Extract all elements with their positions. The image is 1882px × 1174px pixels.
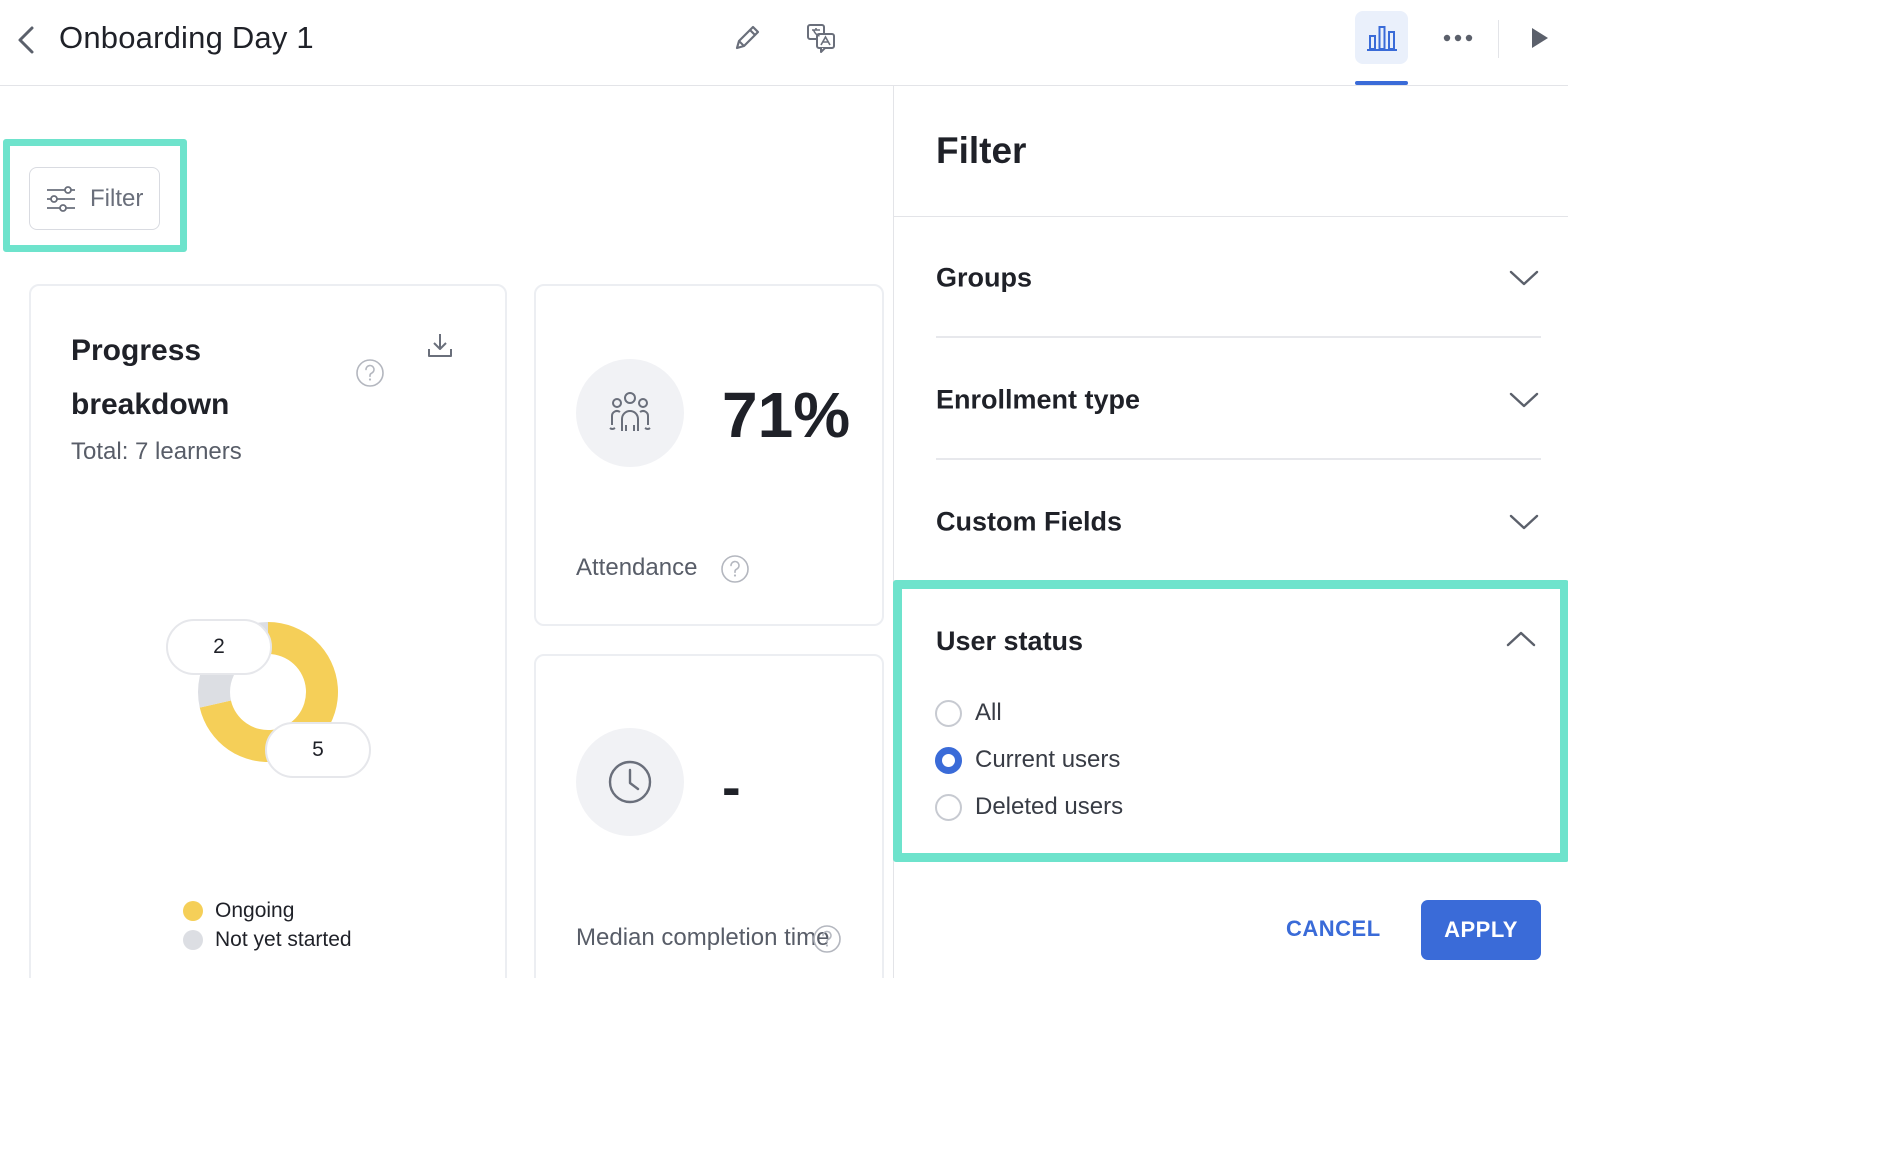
data-label-ongoing: 5 bbox=[265, 722, 371, 778]
download-button[interactable] bbox=[423, 328, 457, 362]
chevron-up-icon bbox=[1506, 631, 1536, 647]
chart-legend: Ongoing Not yet started bbox=[183, 896, 352, 954]
filter-panel: Filter Groups Enrollment type Custom Fie… bbox=[893, 86, 1568, 978]
legend-swatch-not-yet-started bbox=[183, 929, 203, 950]
median-help[interactable] bbox=[812, 924, 842, 954]
download-icon bbox=[428, 334, 452, 357]
radio-option-current-users[interactable]: Current users bbox=[935, 746, 1120, 774]
tab-statistics-underline bbox=[1355, 81, 1408, 85]
filter-panel-divider bbox=[894, 216, 1568, 217]
median-label-row: Median completion time bbox=[576, 922, 841, 954]
radio-label: All bbox=[975, 699, 1002, 726]
chevron-down-icon bbox=[1509, 392, 1539, 408]
attendance-card: 71% Attendance bbox=[534, 284, 884, 626]
clock-icon bbox=[608, 760, 652, 804]
section-groups[interactable]: Groups bbox=[936, 218, 1541, 338]
legend-item-not-yet-started: Not yet started bbox=[183, 925, 352, 954]
legend-item-ongoing: Ongoing bbox=[183, 896, 352, 925]
section-divider bbox=[936, 336, 1541, 338]
section-divider bbox=[936, 458, 1541, 460]
tab-statistics[interactable] bbox=[1355, 11, 1408, 64]
radio-label: Deleted users bbox=[975, 793, 1124, 820]
chevron-down-icon bbox=[1509, 270, 1539, 286]
chevron-down-icon bbox=[1509, 514, 1539, 530]
play-icon bbox=[1532, 28, 1548, 48]
app-canvas: Onboarding Day 1 Filter Progress breakdo… bbox=[0, 0, 1568, 978]
page-title: Onboarding Day 1 bbox=[59, 20, 314, 55]
radio-button[interactable] bbox=[935, 699, 962, 727]
radio-button-selected[interactable] bbox=[935, 746, 962, 774]
user-status-collapse-button[interactable] bbox=[1506, 630, 1536, 653]
chevron-left-icon bbox=[18, 26, 34, 54]
section-label: Custom Fields bbox=[936, 506, 1123, 537]
filter-button-label: Filter bbox=[90, 184, 144, 212]
legend-swatch-ongoing bbox=[183, 900, 203, 921]
toolbar-divider bbox=[1498, 20, 1499, 58]
more-horizontal-icon bbox=[1443, 34, 1473, 42]
back-button[interactable] bbox=[8, 20, 44, 60]
user-status-title: User status bbox=[936, 626, 1084, 656]
translate-button[interactable] bbox=[801, 16, 841, 60]
radio-option-deleted-users[interactable]: Deleted users bbox=[935, 793, 1123, 821]
apply-button[interactable]: APPLY bbox=[1421, 900, 1541, 960]
legend-label: Not yet started bbox=[215, 927, 352, 951]
help-circle-icon bbox=[356, 359, 384, 387]
progress-breakdown-title: Progress breakdown bbox=[71, 334, 230, 421]
cancel-button[interactable]: CANCEL bbox=[1286, 900, 1381, 958]
attendance-label: Attendance bbox=[576, 554, 698, 581]
attendance-icon-circle bbox=[576, 359, 684, 467]
attendance-label-row: Attendance bbox=[576, 552, 750, 584]
bar-chart-icon bbox=[1366, 25, 1397, 51]
translate-icon bbox=[807, 24, 835, 53]
median-label: Median completion time bbox=[576, 924, 830, 951]
help-circle-icon bbox=[721, 554, 749, 583]
help-circle-icon bbox=[813, 925, 841, 953]
top-bar: Onboarding Day 1 bbox=[0, 0, 1568, 86]
more-button[interactable] bbox=[1438, 16, 1478, 60]
filter-panel-title: Filter bbox=[936, 130, 1027, 171]
edit-button[interactable] bbox=[727, 16, 767, 60]
pencil-icon bbox=[735, 25, 760, 50]
filter-button[interactable]: Filter bbox=[29, 167, 160, 230]
section-custom-fields[interactable]: Custom Fields bbox=[936, 462, 1541, 582]
attendance-help[interactable] bbox=[720, 554, 750, 584]
sliders-icon bbox=[47, 185, 75, 212]
attendance-value: 71% bbox=[722, 379, 851, 451]
median-completion-card: - Median completion time bbox=[534, 654, 884, 978]
section-label: Enrollment type bbox=[936, 384, 1141, 415]
radio-option-all[interactable]: All bbox=[935, 699, 1002, 727]
total-learners: Total: 7 learners bbox=[71, 438, 242, 465]
median-icon-circle bbox=[576, 728, 684, 836]
section-label: Groups bbox=[936, 262, 1033, 293]
radio-button[interactable] bbox=[935, 793, 962, 821]
median-value: - bbox=[722, 755, 741, 818]
legend-label: Ongoing bbox=[215, 898, 295, 922]
play-button[interactable] bbox=[1520, 16, 1560, 60]
progress-breakdown-card: Progress breakdown Total: 7 learners 2 5… bbox=[29, 284, 507, 978]
data-label-not-yet-started: 2 bbox=[166, 619, 272, 675]
section-enrollment-type[interactable]: Enrollment type bbox=[936, 340, 1541, 460]
progress-help[interactable] bbox=[355, 358, 385, 393]
radio-label: Current users bbox=[975, 746, 1121, 773]
group-icon bbox=[609, 392, 651, 431]
